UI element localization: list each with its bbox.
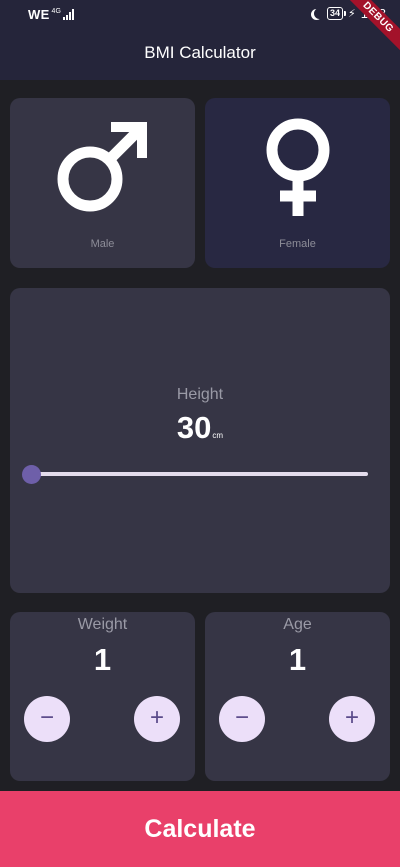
age-decrement-button[interactable]: − xyxy=(219,696,265,742)
weight-decrement-button[interactable]: − xyxy=(24,696,70,742)
female-label: Female xyxy=(279,238,316,250)
signal-icon xyxy=(62,9,74,20)
moon-icon xyxy=(314,8,325,19)
age-value: 1 xyxy=(288,642,307,677)
charging-icon: ⚡ xyxy=(347,8,356,20)
plus-icon: + xyxy=(344,704,359,731)
network-type: 4G xyxy=(51,8,61,15)
male-label: Male xyxy=(90,238,115,250)
height-unit: cm xyxy=(212,431,224,440)
weight-card: Weight 1 − + xyxy=(10,612,195,781)
app-title: BMI Calculator xyxy=(144,43,256,62)
age-card: Age 1 − + xyxy=(205,612,390,781)
minus-icon: − xyxy=(234,704,249,731)
height-slider-track[interactable] xyxy=(30,472,368,476)
app-bar: WE 4G 34 ⚡ 1:58 BMI Calculator xyxy=(0,0,400,80)
calculate-button[interactable]: Calculate xyxy=(0,791,400,867)
minus-icon: − xyxy=(39,704,54,731)
female-card[interactable]: Female xyxy=(205,98,390,268)
age-label: Age xyxy=(283,616,312,633)
status-left: WE 4G xyxy=(28,7,74,22)
height-value: 30 xyxy=(176,410,212,445)
carrier-name: WE xyxy=(28,7,50,22)
status-bar: WE 4G 34 ⚡ 1:58 xyxy=(0,0,400,28)
female-icon xyxy=(266,118,329,216)
weight-value: 1 xyxy=(93,642,112,677)
height-card: Height 30 cm xyxy=(10,288,390,593)
battery-icon: 34 xyxy=(326,7,346,20)
age-increment-button[interactable]: + xyxy=(329,696,375,742)
height-slider-thumb[interactable] xyxy=(22,465,41,484)
male-card[interactable]: Male xyxy=(10,98,195,268)
plus-icon: + xyxy=(149,704,164,731)
screen: WE 4G 34 ⚡ 1:58 BMI Calculator DEBUG xyxy=(0,0,400,867)
male-icon xyxy=(57,122,147,212)
height-label: Height xyxy=(176,386,224,403)
weight-label: Weight xyxy=(77,616,128,633)
height-value-row: 30 cm xyxy=(10,410,390,446)
weight-increment-button[interactable]: + xyxy=(134,696,180,742)
battery-level: 34 xyxy=(329,8,340,18)
